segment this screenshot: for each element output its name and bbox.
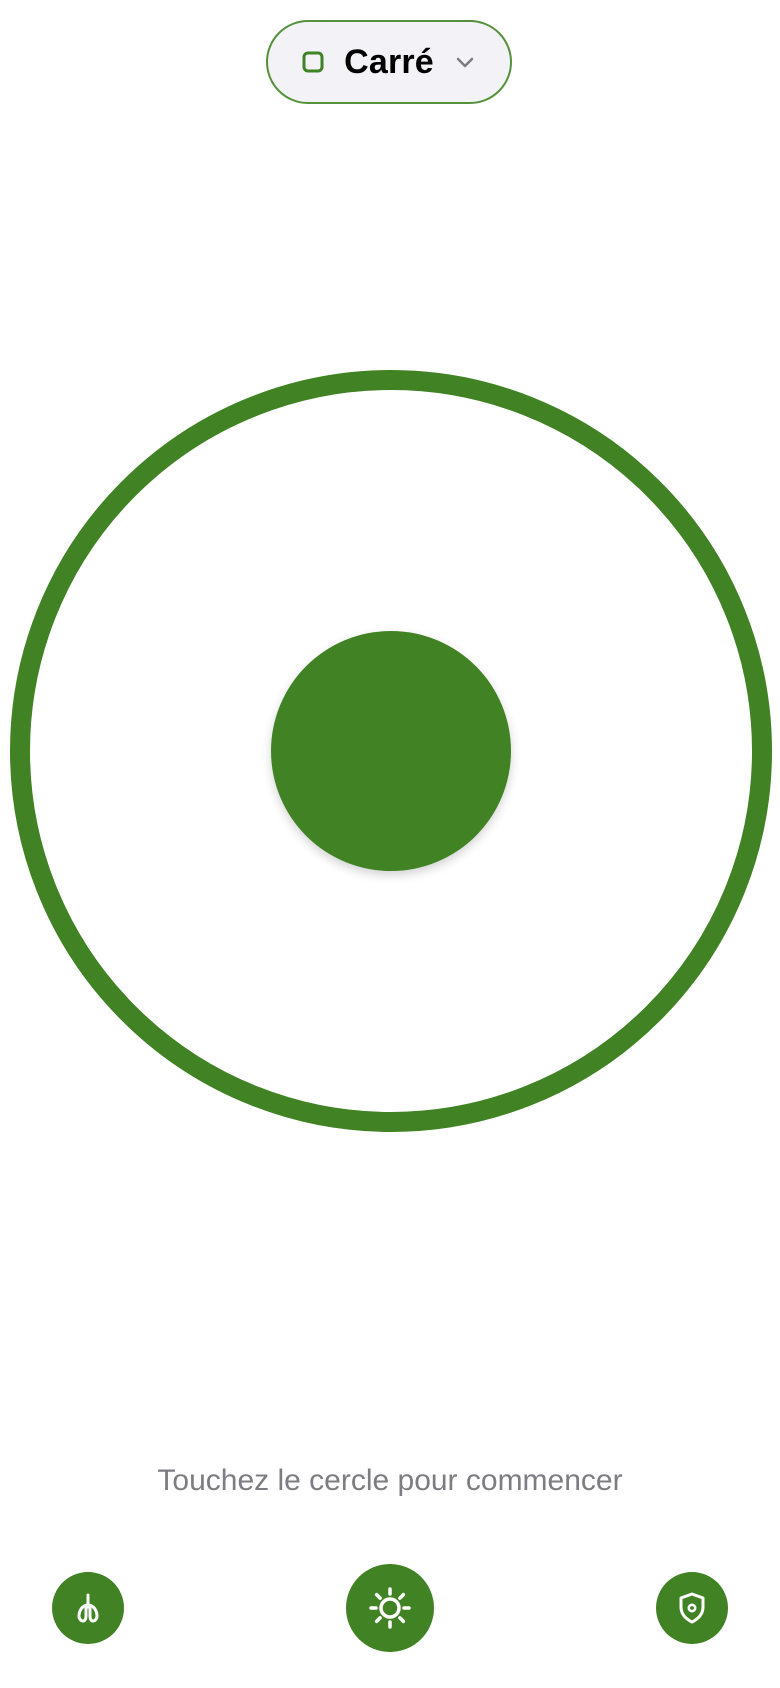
sun-icon	[369, 1587, 411, 1629]
lungs-icon	[77, 1593, 99, 1623]
settings-button[interactable]	[346, 1564, 434, 1652]
privacy-button[interactable]	[656, 1572, 728, 1644]
breathing-mode-selector[interactable]: Carré	[266, 20, 512, 104]
square-icon	[302, 51, 324, 73]
inner-breathing-dot[interactable]	[271, 631, 511, 871]
shield-icon	[679, 1592, 705, 1624]
mode-label: Carré	[344, 42, 434, 81]
lungs-button[interactable]	[52, 1572, 124, 1644]
breathing-circle-area[interactable]	[10, 370, 772, 1132]
start-hint: Touchez le cercle pour commencer	[157, 1464, 623, 1497]
chevron-down-icon	[456, 57, 474, 68]
